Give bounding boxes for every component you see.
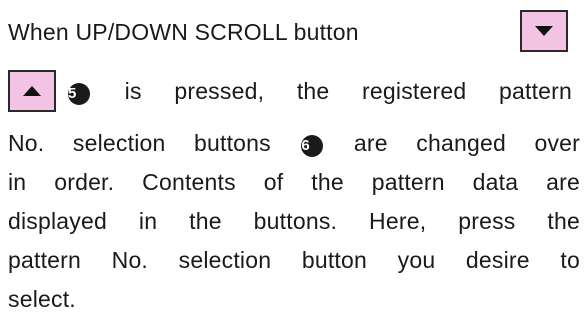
- text-line-5: displayed in the buttons. Here, press th…: [8, 208, 580, 234]
- scroll-up-button: [8, 70, 56, 112]
- text-line-6: pattern No. selection button you desire …: [8, 247, 580, 273]
- text-line-2: 5 is pressed, the registered pattern: [66, 77, 572, 105]
- text-line-3-b: are changed over: [353, 130, 581, 156]
- callout-number-6: 6: [301, 135, 324, 157]
- text-line-2-body: is pressed, the registered pattern: [124, 78, 572, 104]
- callout-number-5: 5: [68, 83, 90, 105]
- up-triangle-icon: [23, 86, 41, 96]
- text-line-4: in order. Contents of the pattern data a…: [8, 169, 580, 195]
- text-line-3-a: No. selection buttons: [8, 130, 271, 156]
- document-text: When UP/DOWN SCROLL button 5 is pressed,…: [0, 0, 584, 324]
- down-triangle-icon: [535, 26, 553, 36]
- text-line-3: No. selection buttons 6 are changed over: [8, 129, 580, 157]
- text-line-1: When UP/DOWN SCROLL button: [8, 19, 359, 45]
- text-line-7: select.: [8, 286, 76, 312]
- scroll-down-button: [520, 10, 568, 52]
